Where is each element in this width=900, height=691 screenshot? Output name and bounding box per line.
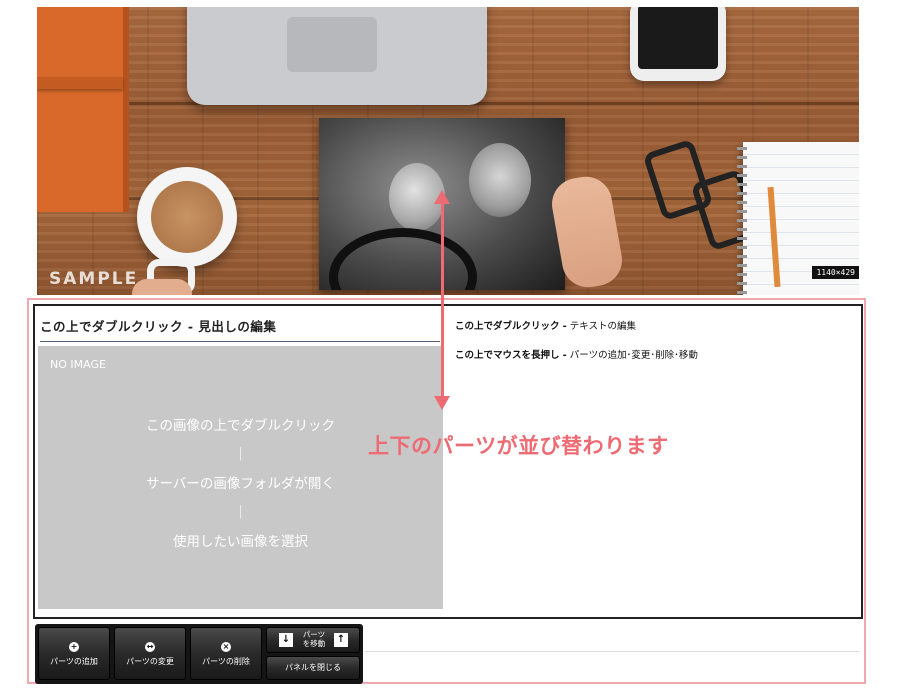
hint-strong: この上でダブルクリック - xyxy=(455,321,567,332)
coffee-graphic xyxy=(151,181,223,253)
add-part-button[interactable]: + パーツの追加 xyxy=(38,627,110,680)
no-image-label: NO IMAGE xyxy=(50,358,106,371)
phone-graphic xyxy=(630,7,726,81)
parts-toolbar: + パーツの追加 ↔ パーツの変更 × パーツの削除 ↓ パーツ を移動 ↑ パ… xyxy=(35,624,363,684)
arrow-up-icon xyxy=(434,190,450,204)
arrow-down-icon: ↓ xyxy=(281,634,291,645)
hint-text: パーツの追加･変更･削除･移動 xyxy=(566,350,698,361)
move-part-control: ↓ パーツ を移動 ↑ xyxy=(266,627,360,653)
hand-graphic xyxy=(132,279,192,295)
swap-icon: ↔ xyxy=(145,642,155,652)
text-edit-hint[interactable]: この上でダブルクリック - テキストの編集 xyxy=(455,318,636,332)
add-part-label: パーツの追加 xyxy=(50,657,98,666)
move-part-label: パーツ を移動 xyxy=(302,630,326,648)
change-part-button[interactable]: ↔ パーツの変更 xyxy=(114,627,186,680)
long-press-hint[interactable]: この上でマウスを長押し - パーツの追加･変更･削除･移動 xyxy=(455,347,698,361)
notebook-graphic xyxy=(37,7,129,212)
notebook-strap xyxy=(37,77,123,89)
move-up-button[interactable]: ↑ xyxy=(334,633,348,647)
instruction-separator: ｜ xyxy=(233,505,248,521)
man-face-graphic xyxy=(469,143,531,217)
swap-annotation-message: 上下のパーツが並び替わります xyxy=(368,434,669,458)
content-panel[interactable]: この上でダブルクリック - 見出しの編集 NO IMAGE この画像の上でダブル… xyxy=(33,304,863,619)
hint-text: テキストの編集 xyxy=(566,321,637,332)
delete-part-label: パーツの削除 xyxy=(202,657,250,666)
divider xyxy=(365,651,859,652)
move-down-button[interactable]: ↓ xyxy=(279,633,293,647)
delete-icon: × xyxy=(221,642,231,652)
trackpad-graphic xyxy=(287,17,377,72)
delete-part-button[interactable]: × パーツの削除 xyxy=(190,627,262,680)
laptop-graphic xyxy=(187,7,487,105)
sample-watermark: SAMPLE xyxy=(49,269,139,289)
arrow-up-icon: ↑ xyxy=(336,634,346,645)
phone-screen xyxy=(638,7,718,69)
change-part-label: パーツの変更 xyxy=(126,657,174,666)
swap-arrow-line xyxy=(441,200,444,398)
instruction-step: サーバーの画像フォルダが開く xyxy=(146,476,335,492)
image-size-badge: 1140×429 xyxy=(812,266,859,279)
hint-strong: この上でマウスを長押し - xyxy=(455,350,567,361)
close-panel-button[interactable]: パネルを閉じる xyxy=(266,656,360,680)
plus-icon: + xyxy=(69,642,79,652)
panel-heading[interactable]: この上でダブルクリック - 見出しの編集 xyxy=(40,316,440,342)
instruction-step: 使用したい画像を選択 xyxy=(173,534,308,550)
image-placeholder[interactable]: NO IMAGE この画像の上でダブルクリック ｜ サーバーの画像フォルダが開く… xyxy=(38,346,443,609)
hero-image: SAMPLE 1140×429 xyxy=(37,7,859,295)
coffee-cup-graphic xyxy=(137,167,237,267)
arrow-down-icon xyxy=(434,396,450,410)
spiral-binding xyxy=(737,147,747,295)
